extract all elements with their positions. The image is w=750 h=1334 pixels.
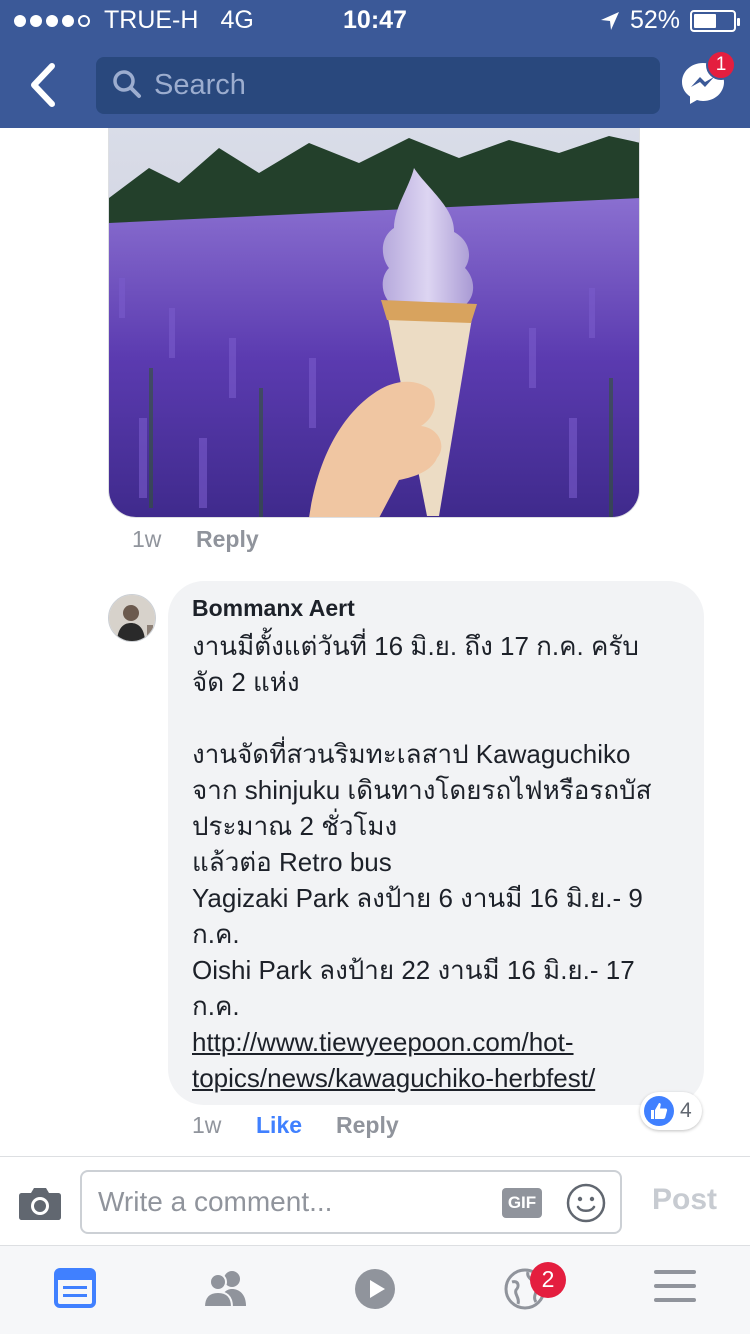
battery-icon xyxy=(690,9,740,32)
avatar[interactable] xyxy=(108,594,156,642)
news-feed-icon[interactable] xyxy=(54,1268,96,1308)
friends-icon[interactable] xyxy=(202,1268,248,1308)
comment-line: จาก shinjuku เดินทางโดยรถไฟหรือรถบัส xyxy=(192,775,652,805)
back-chevron-icon[interactable] xyxy=(22,60,66,110)
comment-line xyxy=(192,700,692,736)
comment-like-link[interactable]: Like xyxy=(256,1112,302,1139)
comment-line: งานจัดที่สวนริมทะเลสาป Kawaguchiko xyxy=(192,739,631,769)
tab-bar xyxy=(0,1246,750,1334)
comment-input-placeholder: Write a comment... xyxy=(98,1186,333,1217)
status-right: 52% xyxy=(600,6,740,35)
search-icon xyxy=(113,70,141,98)
camera-icon[interactable] xyxy=(18,1185,62,1221)
comment-line: ก.ค. xyxy=(192,991,240,1021)
reaction-summary[interactable]: 4 xyxy=(640,1092,702,1130)
comment-line: ประมาณ 2 ชั่วโมง xyxy=(192,811,398,841)
comment-composer: Write a comment... GIF Post xyxy=(0,1156,750,1246)
battery-percent: 52% xyxy=(629,6,680,34)
comment-link[interactable]: topics/news/kawaguchiko-herbfest/ xyxy=(192,1060,692,1096)
lavender-ice-cream-photo xyxy=(109,128,639,517)
post-button[interactable]: Post xyxy=(652,1183,717,1217)
comment-line: แล้วต่อ Retro bus xyxy=(192,847,392,877)
comment-line: งานมีตั้งแต่วันที่ 16 มิ.ย. ถึง 17 ก.ค. … xyxy=(192,631,639,661)
gif-button[interactable]: GIF xyxy=(502,1188,542,1218)
comment-reply-link[interactable]: Reply xyxy=(336,1112,399,1139)
comment-input[interactable]: Write a comment... GIF xyxy=(80,1170,622,1234)
status-bar: TRUE-H 4G 10:47 52% xyxy=(0,0,750,40)
messenger-badge: 1 xyxy=(706,50,736,80)
location-arrow-icon xyxy=(600,11,619,30)
comment-text: งานมีตั้งแต่วันที่ 16 มิ.ย. ถึง 17 ก.ค. … xyxy=(192,628,692,1096)
comment-line: Yagizaki Park ลงป้าย 6 งานมี 16 มิ.ย.- 9 xyxy=(192,883,643,913)
sticker-smile-icon[interactable] xyxy=(566,1183,606,1223)
menu-hamburger-icon[interactable] xyxy=(654,1268,696,1304)
comment-meta: 1w Like Reply xyxy=(192,1112,399,1139)
photo-reply-link[interactable]: Reply xyxy=(196,526,259,553)
comment-line: ก.ค. xyxy=(192,919,240,949)
comment-photo[interactable] xyxy=(108,128,640,518)
avatar-image xyxy=(109,595,155,641)
like-reaction-icon xyxy=(644,1096,674,1126)
top-bar: TRUE-H 4G 10:47 52% Search 1 xyxy=(0,0,750,128)
watch-play-icon[interactable] xyxy=(354,1268,396,1310)
photo-meta: 1w Reply xyxy=(132,526,259,553)
notifications-badge: 2 xyxy=(530,1262,566,1298)
comment-link[interactable]: http://www.tiewyeepoon.com/hot- xyxy=(192,1024,692,1060)
search-bar[interactable]: Search xyxy=(96,57,660,114)
comment-line: Oishi Park ลงป้าย 22 งานมี 16 มิ.ย.- 17 xyxy=(192,955,635,985)
comment-timestamp: 1w xyxy=(192,1112,222,1138)
comment-author[interactable]: Bommanx Aert xyxy=(192,595,355,622)
search-placeholder: Search xyxy=(154,69,246,101)
comment-line: จัด 2 แห่ง xyxy=(192,667,300,697)
photo-timestamp: 1w xyxy=(132,526,162,552)
reaction-count: 4 xyxy=(680,1099,692,1122)
